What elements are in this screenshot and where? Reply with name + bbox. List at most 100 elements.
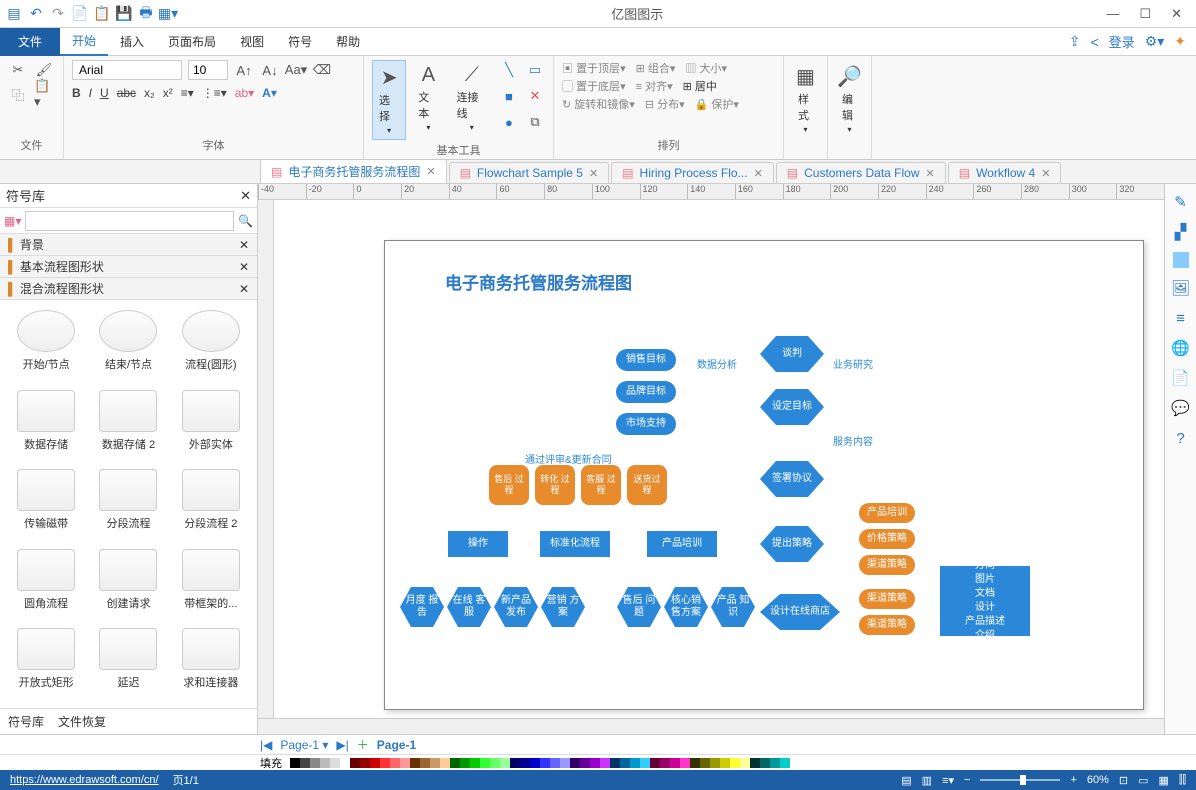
close-icon[interactable]: ✕ [239,282,249,296]
image-icon[interactable]: 🖼 [1171,278,1191,298]
zoom-slider[interactable] [980,779,1060,781]
menu-help[interactable]: 帮助 [324,28,372,56]
login-link[interactable]: 登录 [1109,32,1135,51]
qat-save-icon[interactable]: ▤ [6,6,22,22]
node-convert[interactable]: 转化 过程 [535,465,575,505]
close-icon[interactable]: ✕ [926,167,935,180]
node-monthly[interactable]: 月度 报告 [400,587,444,627]
format-painter-icon[interactable]: 🖌 [34,60,54,80]
color-swatch[interactable] [650,758,660,768]
color-swatch[interactable] [530,758,540,768]
shape-8[interactable]: 分段流程 2 [171,465,251,543]
color-swatch[interactable] [470,758,480,768]
font-grow-icon[interactable]: A↑ [234,60,254,80]
color-swatch[interactable] [410,758,420,768]
color-swatch[interactable] [750,758,760,768]
group-button[interactable]: ⊞ 组合▾ [636,60,676,76]
shape-5[interactable]: 外部实体 [171,386,251,464]
paste-icon[interactable]: 📋▾ [34,84,54,104]
distribute-button[interactable]: ⊟ 分布▾ [645,96,685,112]
numbering-button[interactable]: ⋮≡▾ [202,86,227,100]
fit-icon-1[interactable]: ⊡ [1119,774,1128,787]
align-button[interactable]: ≡ 对齐▾ [636,78,673,94]
fit-icon-4[interactable]: ⫿⫿ [1179,774,1186,787]
color-swatch[interactable] [700,758,710,768]
horizontal-scrollbar[interactable] [258,718,1164,734]
page-dropdown[interactable]: Page-1 ▾ [280,738,328,752]
shape-14[interactable]: 求和连接器 [171,624,251,702]
shape-11[interactable]: 带框架的... [171,545,251,623]
send-back-button[interactable]: ▢ 置于底层▾ [562,78,626,94]
color-swatch[interactable] [310,758,320,768]
shape-2[interactable]: 流程(圆形) [171,306,251,384]
logo-icon[interactable]: ✦ [1174,33,1186,50]
style-button[interactable]: ▦样式▾ [792,60,819,138]
page-tab-1[interactable]: Page-1 [377,738,416,752]
close-button[interactable]: ✕ [1171,6,1182,22]
circle-shape-icon[interactable]: ● [499,112,519,132]
color-swatch[interactable] [600,758,610,768]
font-color-button[interactable]: A▾ [262,86,277,100]
qat-export-icon[interactable]: ▦▾ [160,6,176,22]
shape-10[interactable]: 创建请求 [88,545,168,623]
sidebar-cat-mixed[interactable]: ▌ 混合流程图形状✕ [0,278,257,300]
node-standard[interactable]: 标准化流程 [540,531,610,557]
clear-format-icon[interactable]: ⌫ [312,60,332,80]
node-channel[interactable]: 渠道策略 [859,555,915,575]
color-swatch[interactable] [570,758,580,768]
menu-insert[interactable]: 插入 [108,28,156,56]
shape-7[interactable]: 分段流程 [88,465,168,543]
color-swatch[interactable] [370,758,380,768]
node-brand[interactable]: 品牌目标 [616,381,676,403]
rect-shape-icon[interactable]: ▭ [525,60,545,80]
menu-symbol[interactable]: 符号 [276,28,324,56]
doc-tab-1[interactable]: ▤Flowchart Sample 5✕ [449,162,610,183]
node-big-box[interactable]: 方向图片文档设计产品描述介绍 [940,566,1030,636]
page-first-button[interactable]: |◀ [260,738,272,752]
status-url[interactable]: https://www.edrawsoft.com/cn/ [10,774,159,786]
italic-button[interactable]: I [89,86,92,100]
doc-tab-2[interactable]: ▤Hiring Process Flo...✕ [611,162,774,183]
font-name-select[interactable] [72,60,182,80]
font-shrink-icon[interactable]: A↓ [260,60,280,80]
node-sales[interactable]: 销售目标 [616,349,676,371]
crop-icon[interactable]: ⧉ [525,112,545,132]
square-shape-icon[interactable]: ■ [499,86,519,106]
bring-front-button[interactable]: ▣ 置于顶层▾ [562,60,626,76]
canvas[interactable]: 电子商务托管服务流程图 谈判 设定目标 签署协议 提出策略 设计在线商店 销售目… [274,200,1164,718]
palette-icon[interactable]: ▦▾ [4,214,21,228]
color-swatch[interactable] [740,758,750,768]
color-swatch[interactable] [340,758,350,768]
color-swatch[interactable] [420,758,430,768]
qat-new-icon[interactable]: 📄 [72,6,88,22]
color-swatch[interactable] [440,758,450,768]
text-props-icon[interactable]: ≡ [1171,308,1191,328]
qat-save2-icon[interactable]: 💾 [116,6,132,22]
qat-redo-icon[interactable]: ↷ [50,6,66,22]
copy-icon[interactable]: ⿻ [8,84,28,104]
doc-tab-4[interactable]: ▤Workflow 4✕ [948,162,1062,183]
shape-0[interactable]: 开始/节点 [6,306,86,384]
page-icon[interactable]: 📄 [1171,368,1191,388]
sidebar-tab-shapes[interactable]: 符号库 [8,713,44,730]
color-swatch[interactable] [320,758,330,768]
view-icon-2[interactable]: ▥ [922,774,932,787]
color-swatch[interactable] [620,758,630,768]
node-channel2[interactable]: 渠道策略 [859,589,915,609]
view-icon-1[interactable]: ▤ [901,774,911,787]
node-product-know[interactable]: 产品 知识 [711,587,755,627]
rotate-button[interactable]: ↻ 旋转和镜像▾ [562,96,635,112]
strike-button[interactable]: abc [117,86,136,100]
node-cs-proc[interactable]: 客服 过程 [581,465,621,505]
node-price[interactable]: 价格策略 [859,529,915,549]
share2-icon[interactable]: < [1090,34,1098,50]
color-swatch[interactable] [610,758,620,768]
color-swatch[interactable] [550,758,560,768]
page-add-button[interactable]: ＋ [357,736,369,753]
close-icon[interactable]: ✕ [239,238,249,252]
color-swatch[interactable] [430,758,440,768]
sidebar-close-icon[interactable]: ✕ [240,188,251,204]
node-ship[interactable]: 送货过 程 [627,465,667,505]
shape-12[interactable]: 开放式矩形 [6,624,86,702]
node-online-cs[interactable]: 在线 客服 [447,587,491,627]
